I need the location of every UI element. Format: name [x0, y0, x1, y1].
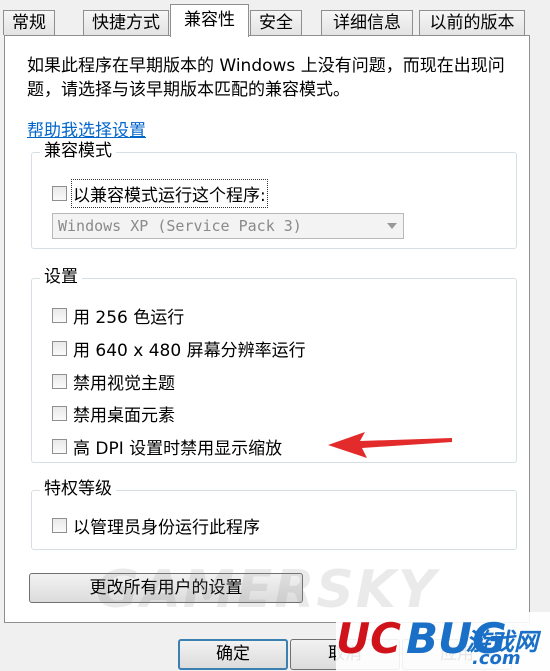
settings-group: 设置 用 256 色运行 用 640 x 480 屏幕分辨率运行 禁用视觉主题 … — [31, 265, 517, 463]
tab-previous-versions[interactable]: 以前的版本 — [419, 10, 525, 35]
run-as-admin-checkbox[interactable]: 以管理员身份运行此程序 — [52, 513, 260, 538]
tab-compatibility[interactable]: 兼容性 — [170, 4, 249, 37]
setting-label: 高 DPI 设置时禁用显示缩放 — [73, 438, 283, 459]
tab-shortcut[interactable]: 快捷方式 — [83, 10, 169, 35]
setting-label: 用 256 色运行 — [73, 307, 185, 328]
change-all-users-button[interactable]: 更改所有用户的设置 — [29, 573, 303, 603]
checkbox-box[interactable] — [52, 340, 67, 356]
compat-mode-label: 以兼容模式运行这个程序: — [71, 178, 268, 208]
checkbox-box[interactable] — [52, 373, 67, 389]
settings-title: 设置 — [40, 265, 82, 289]
dropdown-arrow-icon — [387, 223, 397, 229]
compat-os-select[interactable]: Windows XP (Service Pack 3) — [52, 213, 404, 239]
checkbox-box[interactable] — [52, 517, 67, 533]
checkbox-box[interactable] — [52, 405, 67, 421]
privilege-level-title: 特权等级 — [40, 477, 116, 501]
compat-mode-title: 兼容模式 — [40, 139, 116, 163]
compat-mode-checkbox[interactable]: 以兼容模式运行这个程序: — [52, 178, 268, 208]
tab-details[interactable]: 详细信息 — [321, 10, 413, 35]
setting-disable-dpi-scaling[interactable]: 高 DPI 设置时禁用显示缩放 — [52, 434, 283, 459]
tab-general[interactable]: 常规 — [3, 10, 55, 35]
help-me-choose-link[interactable]: 帮助我选择设置 — [27, 116, 146, 141]
run-as-admin-label: 以管理员身份运行此程序 — [73, 517, 260, 538]
compat-os-value: Windows XP (Service Pack 3) — [58, 217, 302, 235]
logo-uc: UC — [336, 614, 401, 663]
tab-bar: 常规 快捷方式 兼容性 安全 详细信息 以前的版本 — [0, 0, 550, 37]
ucbug-logo: UC BUG 游戏网 .com — [336, 612, 550, 671]
tab-security[interactable]: 安全 — [250, 10, 302, 35]
logo-com: .com — [472, 648, 521, 669]
setting-label: 用 640 x 480 屏幕分辨率运行 — [73, 340, 306, 361]
checkbox-box[interactable] — [52, 438, 67, 454]
setting-label: 禁用桌面元素 — [73, 405, 175, 426]
compatibility-panel: 如果此程序在早期版本的 Windows 上没有问题，而现在出现问题，请选择与该早… — [4, 35, 530, 623]
setting-256-colors[interactable]: 用 256 色运行 — [52, 303, 185, 328]
privilege-level-group: 特权等级 以管理员身份运行此程序 — [31, 477, 517, 550]
ok-button[interactable]: 确定 — [178, 639, 288, 670]
compat-mode-group: 兼容模式 以兼容模式运行这个程序: Windows XP (Service Pa… — [31, 139, 517, 249]
checkbox-box[interactable] — [52, 185, 67, 201]
intro-text: 如果此程序在早期版本的 Windows 上没有问题，而现在出现问题，请选择与该早… — [27, 56, 505, 100]
setting-640x480[interactable]: 用 640 x 480 屏幕分辨率运行 — [52, 336, 306, 361]
checkbox-box[interactable] — [52, 307, 67, 323]
setting-label: 禁用视觉主题 — [73, 373, 175, 394]
setting-disable-visual-themes[interactable]: 禁用视觉主题 — [52, 369, 175, 394]
setting-disable-desktop-composition[interactable]: 禁用桌面元素 — [52, 401, 175, 426]
